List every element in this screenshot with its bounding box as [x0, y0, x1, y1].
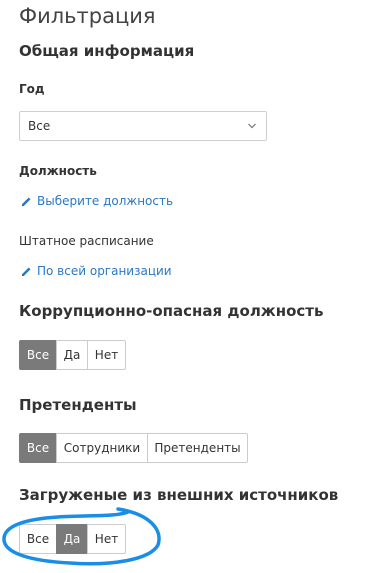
candidates-segmented-control: Все Сотрудники Претенденты — [19, 433, 248, 463]
year-select-value: Все — [28, 119, 51, 133]
candidates-section-title: Претенденты — [19, 396, 137, 414]
corruption-option-yes[interactable]: Да — [56, 340, 88, 370]
candidates-option-all[interactable]: Все — [19, 433, 57, 463]
corruption-segmented-control: Все Да Нет — [19, 340, 126, 370]
external-option-yes[interactable]: Да — [56, 524, 88, 554]
year-select[interactable]: Все — [19, 111, 267, 141]
external-option-no[interactable]: Нет — [87, 524, 126, 554]
candidates-option-employees[interactable]: Сотрудники — [56, 433, 148, 463]
external-option-all[interactable]: Все — [19, 524, 57, 554]
pencil-icon — [21, 266, 31, 276]
staffing-scope-link[interactable]: По всей организации — [21, 264, 172, 278]
staffing-label: Штатное расписание — [19, 234, 154, 248]
candidates-option-candidates[interactable]: Претенденты — [147, 433, 248, 463]
year-label: Год — [19, 82, 45, 96]
pencil-icon — [21, 196, 31, 206]
select-position-link-text: Выберите должность — [37, 194, 174, 208]
select-position-link[interactable]: Выберите должность — [21, 194, 173, 208]
corruption-option-no[interactable]: Нет — [87, 340, 126, 370]
staffing-scope-link-text: По всей организации — [37, 264, 172, 278]
corruption-section-title: Коррупционно-опасная должность — [19, 302, 324, 320]
external-section-title: Загруженые из внешних источников — [19, 486, 339, 504]
position-label: Должность — [19, 164, 97, 178]
page-title: Фильтрация — [19, 4, 156, 28]
external-segmented-control: Все Да Нет — [19, 524, 126, 554]
corruption-option-all[interactable]: Все — [19, 340, 57, 370]
general-info-section-title: Общая информация — [19, 42, 195, 60]
chevron-down-icon — [248, 123, 256, 129]
